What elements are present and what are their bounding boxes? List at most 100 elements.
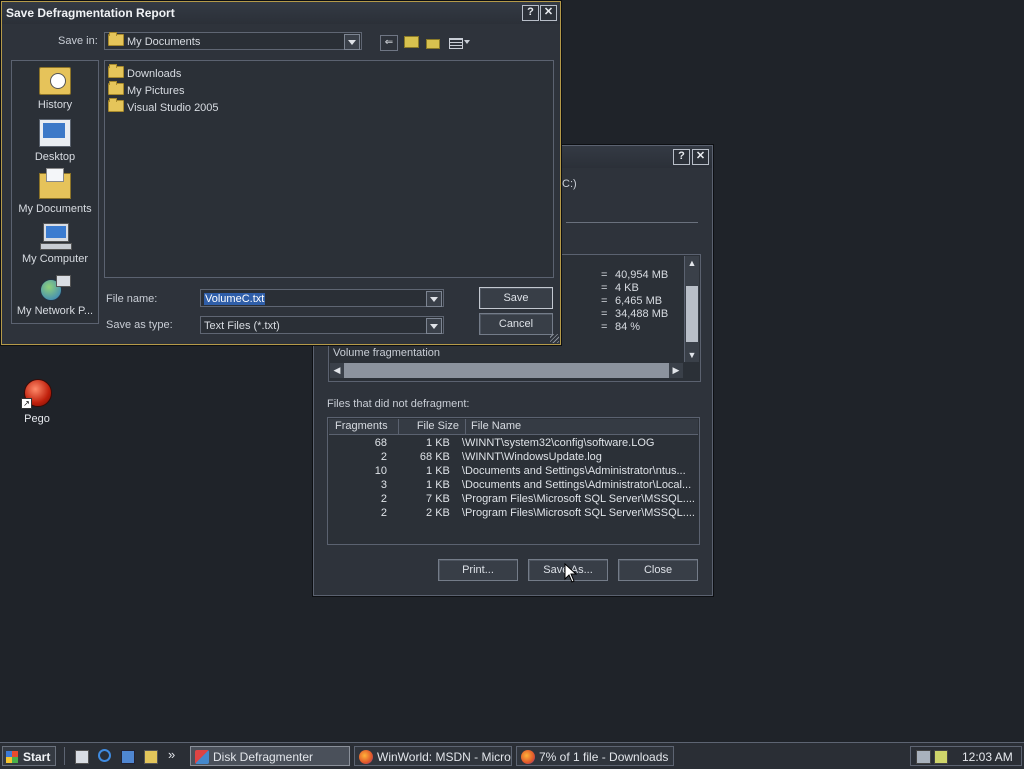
folder-icon bbox=[108, 98, 124, 112]
list-header: Fragments File Size File Name bbox=[329, 419, 698, 435]
save-report-dialog: Save Defragmentation Report ? ✕ Save in:… bbox=[1, 1, 561, 345]
table-row[interactable]: 31 KB \Documents and Settings\Administrat… bbox=[329, 478, 699, 492]
scroll-thumb[interactable] bbox=[686, 286, 698, 342]
pictures-folder-icon bbox=[108, 81, 124, 95]
disk-defragmenter-icon bbox=[195, 750, 209, 764]
network-tray-icon[interactable] bbox=[916, 750, 931, 764]
places-label: Desktop bbox=[34, 151, 76, 163]
my-documents-icon bbox=[39, 168, 71, 199]
places-bar: History Desktop My Documents My Computer bbox=[11, 60, 99, 324]
new-folder-icon[interactable] bbox=[426, 39, 440, 49]
save-as-type-value: Text Files (*.txt) bbox=[204, 320, 280, 332]
my-computer-icon bbox=[40, 223, 72, 250]
close-icon[interactable]: ✕ bbox=[692, 149, 709, 165]
quick-launch: » bbox=[64, 747, 183, 765]
chevron-down-icon[interactable] bbox=[426, 291, 442, 307]
firefox-icon bbox=[359, 750, 373, 764]
help-icon[interactable]: ? bbox=[673, 149, 690, 165]
firefox-icon bbox=[521, 750, 535, 764]
file-name-label: File name: bbox=[106, 293, 158, 305]
save-in-dropdown[interactable]: My Documents bbox=[104, 32, 362, 50]
pego-icon: ↗ bbox=[21, 378, 53, 410]
scroll-right-icon[interactable]: ▶ bbox=[669, 363, 683, 378]
column-header-fragments[interactable]: Fragments bbox=[329, 419, 399, 434]
cancel-button[interactable]: Cancel bbox=[479, 313, 553, 335]
list-item[interactable]: Visual Studio 2005 bbox=[108, 98, 219, 114]
taskbar-item-downloads[interactable]: 7% of 1 file - Downloads bbox=[516, 746, 674, 766]
outlook-icon[interactable] bbox=[121, 750, 135, 764]
save-in-label: Save in: bbox=[58, 35, 98, 47]
places-network[interactable]: My Network P... bbox=[12, 275, 98, 317]
ie-browser-icon[interactable] bbox=[98, 749, 111, 762]
view-menu-icon[interactable] bbox=[449, 38, 463, 49]
places-desktop[interactable]: Desktop bbox=[12, 119, 98, 163]
folder-icon bbox=[108, 64, 124, 78]
close-icon[interactable]: ✕ bbox=[540, 5, 557, 21]
list-item[interactable]: Downloads bbox=[108, 64, 181, 80]
save-as-type-select[interactable]: Text Files (*.txt) bbox=[200, 316, 444, 334]
stat-row: = 34,488 MB bbox=[601, 308, 669, 320]
desktop-icon-pego[interactable]: ↗ Pego bbox=[2, 378, 72, 425]
quicklaunch-overflow-icon[interactable]: » bbox=[168, 747, 175, 762]
clock[interactable]: 12:03 AM bbox=[962, 750, 1013, 764]
help-icon[interactable]: ? bbox=[522, 5, 539, 21]
file-name-value: VolumeC.txt bbox=[204, 293, 266, 305]
places-my-computer[interactable]: My Computer bbox=[12, 223, 98, 265]
save-as-type-label: Save as type: bbox=[106, 319, 173, 331]
back-icon[interactable]: ⇐ bbox=[380, 35, 398, 51]
file-list[interactable]: Downloads My Pictures Visual Studio 2005 bbox=[104, 60, 554, 278]
mouse-cursor-icon bbox=[564, 563, 578, 583]
stats-vscrollbar[interactable]: ▲ ▼ bbox=[684, 256, 699, 362]
view-menu-chevron-icon[interactable] bbox=[464, 40, 470, 44]
desktop-icon bbox=[39, 119, 71, 147]
places-label: History bbox=[37, 99, 73, 111]
scroll-up-icon[interactable]: ▲ bbox=[685, 256, 699, 270]
folder-icon bbox=[108, 32, 124, 46]
separator bbox=[566, 222, 698, 223]
taskbar: Start » Disk Defragmenter WinWorld: MSDN… bbox=[0, 742, 1024, 769]
scroll-left-icon[interactable]: ◀ bbox=[330, 363, 344, 378]
scroll-down-icon[interactable]: ▼ bbox=[685, 348, 699, 362]
volume-fragmentation-label: Volume fragmentation bbox=[333, 347, 441, 359]
network-places-icon bbox=[40, 275, 71, 301]
table-row[interactable]: 10 1 KB \Documents and Settings\Administra… bbox=[329, 464, 699, 478]
print-button[interactable]: Print... bbox=[438, 559, 518, 581]
save-button[interactable]: Save bbox=[479, 287, 553, 309]
places-my-documents[interactable]: My Documents bbox=[12, 168, 98, 215]
stat-row: = 4 KB bbox=[601, 282, 639, 294]
files-not-defragmented-label: Files that did not defragment: bbox=[327, 398, 470, 410]
history-icon bbox=[39, 67, 71, 95]
save-in-value: My Documents bbox=[127, 36, 201, 48]
windows-logo-icon bbox=[6, 751, 18, 763]
dialog-title: Save Defragmentation Report bbox=[6, 6, 175, 20]
file-name-input[interactable]: VolumeC.txt bbox=[200, 289, 444, 307]
chevron-down-icon[interactable] bbox=[344, 34, 360, 50]
search-icon[interactable] bbox=[144, 750, 158, 764]
column-header-file-name[interactable]: File Name bbox=[467, 419, 671, 434]
chevron-down-icon[interactable] bbox=[426, 318, 442, 334]
volume-tray-icon[interactable] bbox=[934, 750, 948, 764]
fragmented-files-list[interactable]: Fragments File Size File Name 68 1 KB \WIN… bbox=[327, 417, 700, 545]
stats-hscrollbar[interactable]: ◀ ▶ bbox=[330, 363, 683, 378]
fragmented-files-table: 68 1 KB \WINNT\system32\config\software.LO… bbox=[329, 436, 699, 520]
resize-grip-icon[interactable] bbox=[550, 334, 559, 343]
column-header-file-size[interactable]: File Size bbox=[399, 419, 466, 434]
start-button[interactable]: Start bbox=[2, 746, 56, 766]
dialog-titlebar: Save Defragmentation Report ? ✕ bbox=[2, 2, 560, 24]
system-tray: 12:03 AM bbox=[910, 746, 1022, 766]
up-folder-icon[interactable] bbox=[404, 36, 419, 48]
taskbar-item-firefox-winworld[interactable]: WinWorld: MSDN - Micros... bbox=[354, 746, 512, 766]
table-row[interactable]: 27 KB \Program Files\Microsoft SQL Server… bbox=[329, 492, 699, 506]
stat-row: = 6,465 MB bbox=[601, 295, 663, 307]
stat-row: = 84 % bbox=[601, 321, 641, 333]
places-label: My Network P... bbox=[16, 305, 94, 317]
places-label: My Computer bbox=[21, 253, 89, 265]
table-row[interactable]: 68 1 KB \WINNT\system32\config\software.LO… bbox=[329, 436, 699, 450]
show-desktop-icon[interactable] bbox=[75, 750, 89, 764]
table-row[interactable]: 2 68 KB \WINNT\WindowsUpdate.log bbox=[329, 450, 699, 464]
places-history[interactable]: History bbox=[12, 67, 98, 111]
table-row[interactable]: 22 KB \Program Files\Microsoft SQL Server… bbox=[329, 506, 699, 520]
taskbar-item-disk-defragmenter[interactable]: Disk Defragmenter bbox=[190, 746, 350, 766]
list-item[interactable]: My Pictures bbox=[108, 81, 184, 97]
close-button[interactable]: Close bbox=[618, 559, 698, 581]
